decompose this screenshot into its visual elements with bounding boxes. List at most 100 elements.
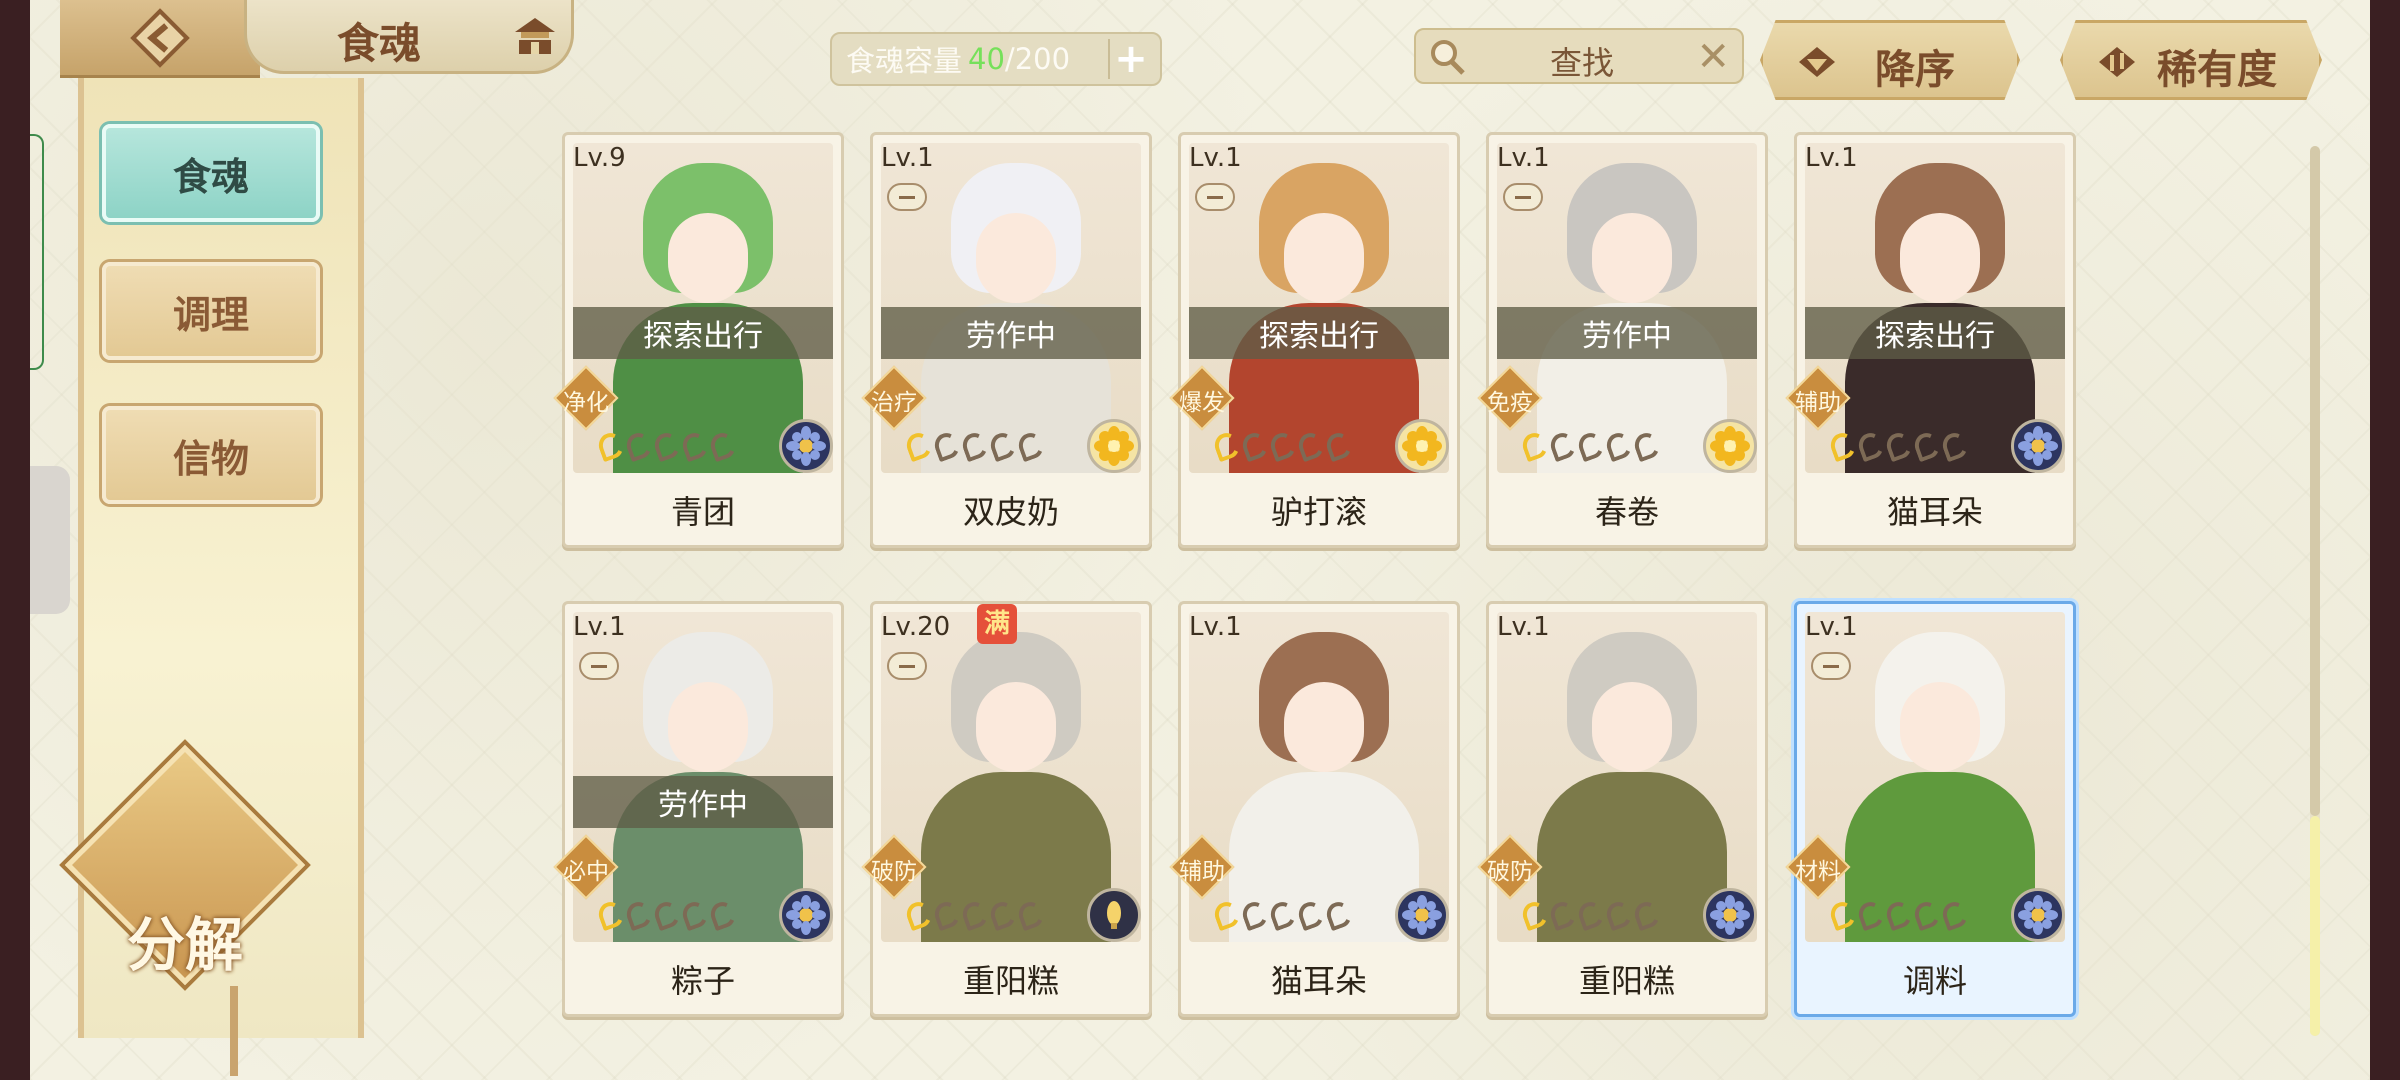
contract-icon [887, 183, 927, 211]
star-rating [595, 898, 739, 932]
tab-tokens[interactable]: 信物 [102, 406, 320, 504]
capacity-display: 食魂容量 40 /200 + [830, 32, 1162, 86]
role-badge: 免疫 [1477, 365, 1543, 431]
star-rating [1827, 898, 1971, 932]
capacity-max: /200 [1004, 42, 1071, 76]
decompose-label: 分解 [126, 911, 243, 979]
star-icon [931, 898, 963, 932]
star-icon [1267, 429, 1299, 463]
close-icon[interactable]: ✕ [1696, 34, 1730, 80]
star-icon [1519, 898, 1551, 932]
star-icon [595, 429, 627, 463]
card-name: 重阳糕 [1578, 962, 1675, 1000]
food-soul-card[interactable]: Lv.1 破防重阳糕 [1477, 601, 1768, 1017]
star-icon [1015, 429, 1047, 463]
food-soul-card[interactable]: Lv.1 劳作中 免疫 春卷 [1477, 132, 1768, 548]
element-icon [1395, 419, 1449, 473]
contract-icon [1811, 652, 1851, 680]
star-icon [1911, 429, 1943, 463]
food-soul-card[interactable]: Lv.1 材料 调料 [1785, 601, 2076, 1017]
role-label: 辅助 [1179, 859, 1225, 885]
card-status: 劳作中 [1497, 307, 1757, 359]
back-arrow-icon [130, 7, 190, 68]
card-status: 劳作中 [573, 776, 833, 828]
card-level: Lv.1 [1805, 612, 1858, 642]
star-icon [1827, 429, 1859, 463]
tab-food-souls[interactable]: 食魂 [102, 124, 320, 222]
contract-icon [1195, 183, 1235, 211]
element-icon [779, 888, 833, 942]
search-input[interactable]: 查找 [1550, 38, 1614, 84]
search-icon [1431, 40, 1465, 75]
role-badge: 辅助 [1785, 365, 1851, 431]
star-icon [1575, 429, 1607, 463]
role-badge: 破防 [1477, 834, 1543, 900]
card-name: 双皮奶 [962, 493, 1059, 531]
star-rating [1519, 429, 1663, 463]
star-icon [679, 898, 711, 932]
sort-key-button[interactable]: 稀有度 [2060, 20, 2322, 100]
star-icon [959, 429, 991, 463]
role-badge: 破防 [861, 834, 927, 900]
sort-order-label: 降序 [1875, 47, 1955, 93]
sort-order-button[interactable]: 降序 [1760, 20, 2020, 100]
food-soul-card[interactable]: Lv.9 探索出行 净化 青团 [553, 132, 844, 548]
element-icon [2011, 888, 2065, 942]
star-icon [1603, 898, 1635, 932]
max-level-badge: 满 [977, 604, 1017, 644]
card-status: 探索出行 [573, 307, 833, 359]
card-name: 驴打滚 [1270, 493, 1367, 531]
food-soul-card[interactable]: Lv.20 满破防 重阳糕 [861, 601, 1152, 1017]
portrait-face [668, 682, 748, 772]
edge-handle[interactable] [30, 466, 70, 614]
star-icon [1239, 429, 1271, 463]
scrollbar-thumb[interactable] [2310, 146, 2320, 816]
star-rating [1519, 898, 1663, 932]
role-label: 免疫 [1487, 390, 1533, 416]
food-soul-card[interactable]: Lv.1 探索出行 辅助 猫耳朵 [1785, 132, 2076, 548]
element-icon [1703, 419, 1757, 473]
portrait-face [1900, 213, 1980, 303]
role-label: 净化 [563, 390, 609, 416]
card-level: Lv.1 [1805, 143, 1858, 173]
portrait-face [1592, 213, 1672, 303]
star-rating [903, 898, 1047, 932]
star-icon [1603, 429, 1635, 463]
star-icon [959, 898, 991, 932]
back-button[interactable] [60, 0, 260, 78]
tab-conditioning[interactable]: 调理 [102, 262, 320, 360]
food-soul-card[interactable]: Lv.1 探索出行 爆发 驴打滚 [1169, 132, 1460, 548]
food-soul-card[interactable]: Lv.1 辅助 猫耳朵 [1169, 601, 1460, 1017]
card-level: Lv.1 [1497, 612, 1550, 642]
role-badge: 辅助 [1169, 834, 1235, 900]
star-icon [1631, 898, 1663, 932]
star-rating [903, 429, 1047, 463]
role-label: 必中 [563, 859, 609, 885]
star-icon [1267, 898, 1299, 932]
star-icon [987, 429, 1019, 463]
search-box[interactable]: 查找 ✕ [1414, 28, 1744, 84]
star-icon [987, 898, 1019, 932]
portrait-face [668, 213, 748, 303]
card-name: 调料 [1902, 962, 1967, 1000]
star-icon [1519, 429, 1551, 463]
portrait-face [1284, 213, 1364, 303]
element-icon [1395, 888, 1449, 942]
element-icon [2011, 419, 2065, 473]
star-icon [1323, 898, 1355, 932]
food-soul-card[interactable]: Lv.1 劳作中 必中 粽子 [553, 601, 844, 1017]
home-pavilion-icon[interactable] [511, 14, 559, 58]
card-level: Lv.1 [1497, 143, 1550, 173]
element-icon [779, 419, 833, 473]
star-icon [623, 429, 655, 463]
portrait-face [1284, 682, 1364, 772]
portrait-face [1900, 682, 1980, 772]
title-tab: 食魂 [244, 0, 574, 74]
star-icon [707, 898, 739, 932]
star-icon [1939, 429, 1971, 463]
scrollbar[interactable] [2310, 146, 2320, 1036]
add-capacity-button[interactable]: + [1108, 36, 1152, 82]
portrait-face [976, 213, 1056, 303]
food-soul-card[interactable]: Lv.1 劳作中 治疗 双皮奶 [861, 132, 1152, 548]
star-rating [595, 429, 739, 463]
